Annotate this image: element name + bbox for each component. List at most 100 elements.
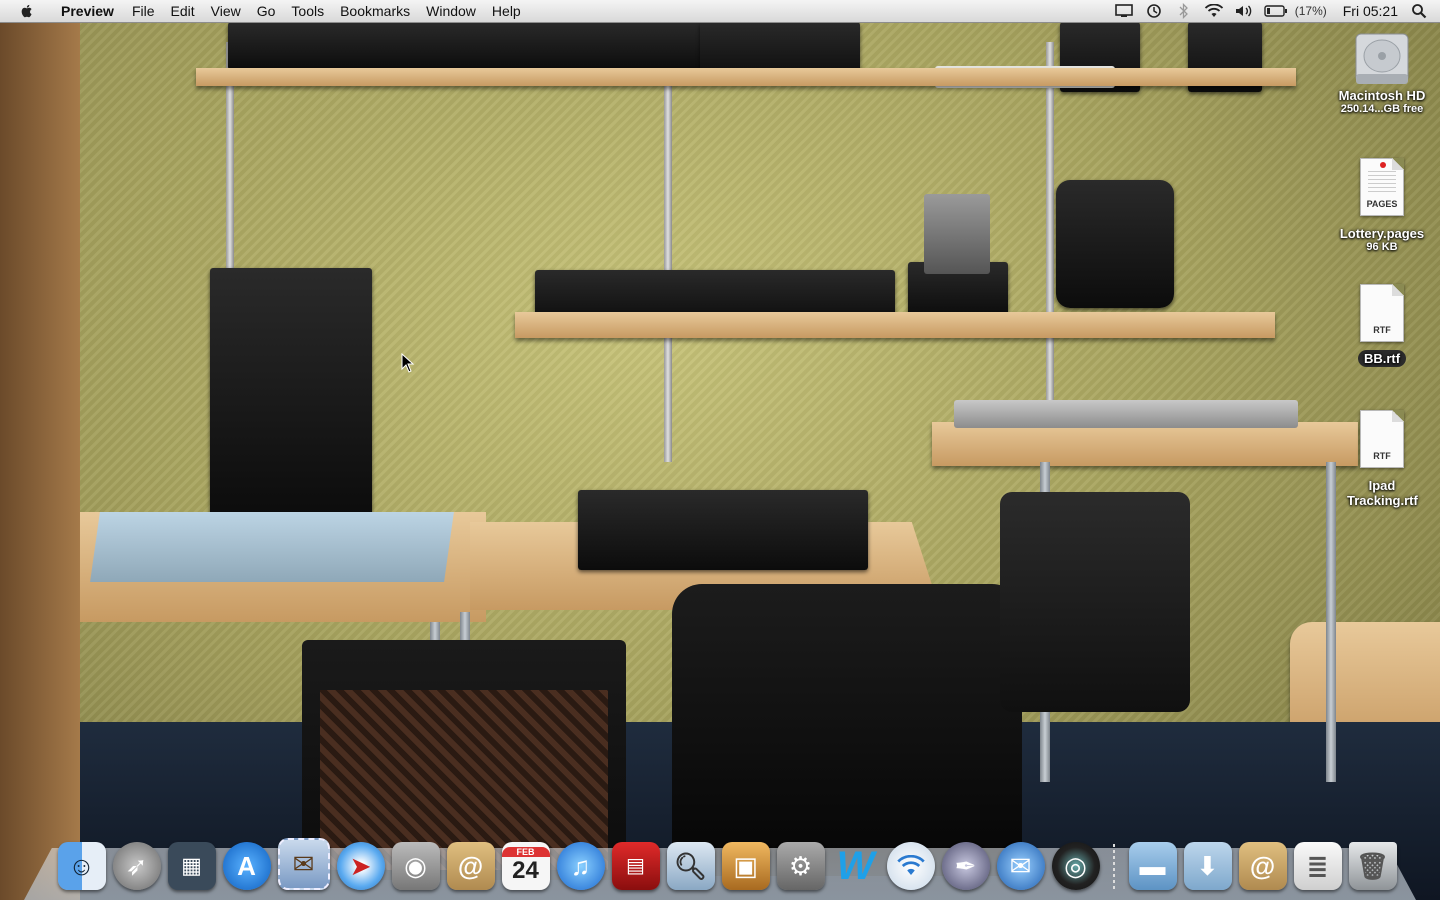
apple-menu-icon[interactable] (19, 3, 35, 19)
top-equipment (228, 22, 708, 70)
dock: ☺ ➶ ▦ A ✉ ➤ ◉ @ FEB 24 ♫ ▤ 🔍︎ ▣ ⚙ W ✒ ✉ … (54, 830, 1400, 890)
spotlight-icon[interactable] (1408, 0, 1430, 22)
file-type-tag: RTF (1373, 451, 1391, 461)
finder-icon: ☺ (68, 851, 95, 881)
page-fold (1392, 284, 1404, 296)
thunderbird-icon: ✉ (1009, 851, 1032, 881)
bluetooth-icon[interactable] (1173, 0, 1195, 22)
app-menu-preview[interactable]: Preview (53, 0, 124, 22)
dock-safari[interactable]: ➤ (336, 842, 385, 890)
dock-trash[interactable]: 🗑︎ (1348, 842, 1397, 890)
lens-icon: ◎ (1064, 851, 1087, 881)
menu-view[interactable]: View (203, 0, 249, 22)
dock-contacts-stack[interactable]: @ (1238, 842, 1287, 890)
hard-disk (924, 194, 990, 274)
app-store-icon: A (237, 851, 256, 881)
dock-downloads-folder[interactable]: ⬇ (1183, 842, 1232, 890)
contacts-stack-icon: @ (1249, 851, 1276, 881)
dock-iphoto[interactable]: ▣ (721, 842, 770, 890)
dock-mail[interactable]: ✉ (277, 838, 330, 890)
page-fold (1392, 158, 1404, 170)
desktop-icon-detail: 96 KB (1366, 241, 1398, 253)
desktop-icon-lottery-pages[interactable]: PAGES Lottery.pages 96 KB (1327, 158, 1437, 253)
iphoto-icon: ▣ (733, 851, 758, 881)
desktop-wallpaper (0, 22, 1440, 900)
calendar-month: FEB (501, 847, 550, 857)
status-menus: (17%) Fri 05:21 (1109, 0, 1440, 22)
dock-preview[interactable]: 🔍︎ (666, 842, 715, 890)
subwoofer (210, 268, 372, 516)
dock-wifi-app[interactable] (886, 842, 935, 890)
mouse-pointer-icon (401, 353, 415, 373)
display-icon[interactable] (1113, 0, 1135, 22)
folder-icon: ▬ (1139, 851, 1166, 881)
wifi-icon[interactable] (1203, 0, 1225, 22)
page-fold (1392, 410, 1404, 422)
pages-document-icon: PAGES (1360, 158, 1404, 216)
file-type-tag: RTF (1373, 325, 1391, 335)
battery-icon[interactable] (1263, 0, 1289, 22)
middle-shelf (515, 312, 1275, 338)
desktop-icon-label: BB.rtf (1357, 350, 1407, 367)
trash-icon: 🗑︎ (1355, 851, 1389, 881)
dock-applications-folder[interactable]: ▬ (1128, 842, 1177, 890)
left-cabinet (0, 22, 80, 900)
battery-percentage: (17%) (1294, 4, 1327, 18)
desk-leg (1326, 462, 1336, 782)
file-type-tag: PAGES (1366, 199, 1398, 209)
compass-icon: ➤ (349, 851, 372, 881)
mission-control-icon: ▦ (181, 853, 202, 878)
menu-tools[interactable]: Tools (283, 0, 332, 22)
menu-edit[interactable]: Edit (163, 0, 203, 22)
dock-thunderbird[interactable]: ✉ (996, 842, 1045, 890)
time-machine-icon[interactable] (1143, 0, 1165, 22)
camera-icon: ◉ (404, 851, 427, 881)
dock-aperture[interactable]: ◎ (1051, 842, 1100, 890)
menu-help[interactable]: Help (484, 0, 529, 22)
dock-w-app[interactable]: W (832, 842, 880, 890)
top-shelf (196, 68, 1296, 86)
menubar-clock[interactable]: Fri 05:21 (1337, 3, 1404, 19)
set-top-box (578, 490, 868, 570)
music-note-icon: ♫ (570, 851, 591, 881)
dock-photo-booth[interactable]: ▤ (611, 842, 660, 890)
right-table (932, 422, 1358, 466)
dock-script-editor[interactable]: ✒ (941, 842, 990, 890)
desktop-icon-macintosh-hd[interactable]: Macintosh HD 250.14...GB free (1327, 30, 1437, 115)
dock-itunes[interactable]: ♫ (556, 842, 605, 890)
menu-bookmarks[interactable]: Bookmarks (332, 0, 418, 22)
pen-icon: ✒ (954, 851, 977, 881)
dock-finder[interactable]: ☺ (57, 842, 106, 890)
menu-go[interactable]: Go (249, 0, 284, 22)
laptop-cover (90, 512, 454, 582)
dock-mission-control[interactable]: ▦ (167, 842, 216, 890)
page-lines (1368, 171, 1396, 193)
menu-window[interactable]: Window (418, 0, 484, 22)
menu-file[interactable]: File (124, 0, 163, 22)
rtf-document-icon: RTF (1360, 410, 1404, 468)
dock-documents-stack[interactable]: ≣ (1293, 842, 1342, 890)
desktop-icon-label: Lottery.pages (1339, 226, 1425, 241)
desktop-icon-bb-rtf[interactable]: RTF BB.rtf (1327, 284, 1437, 367)
photo-booth-icon: ▤ (626, 855, 645, 877)
dock-address-book[interactable]: @ (446, 842, 495, 890)
dock-facetime[interactable]: ◉ (391, 842, 440, 890)
dock-system-preferences[interactable]: ⚙ (776, 842, 825, 890)
address-book-icon: @ (457, 851, 484, 881)
dock-separator (1113, 844, 1115, 890)
laptop (954, 400, 1298, 428)
preview-icon: 🔍︎ (673, 851, 707, 881)
volume-icon[interactable] (1233, 0, 1255, 22)
desktop-icon-ipad-tracking-rtf[interactable]: RTF Ipad Tracking.rtf (1327, 410, 1437, 508)
label-wrap: BB.rtf (1327, 350, 1437, 367)
dock-launchpad[interactable]: ➶ (112, 842, 161, 890)
documents-stack-icon: ≣ (1306, 851, 1329, 881)
hard-drive-icon (1353, 30, 1411, 84)
menu-bar: Preview File Edit View Go Tools Bookmark… (0, 0, 1440, 23)
calendar-icon: 24 (512, 857, 539, 884)
pages-badge (1380, 162, 1386, 168)
amplifier (1000, 492, 1190, 712)
dock-app-store[interactable]: A (222, 842, 271, 890)
wifi-icon (896, 855, 925, 875)
dock-ical[interactable]: FEB 24 (501, 842, 550, 890)
